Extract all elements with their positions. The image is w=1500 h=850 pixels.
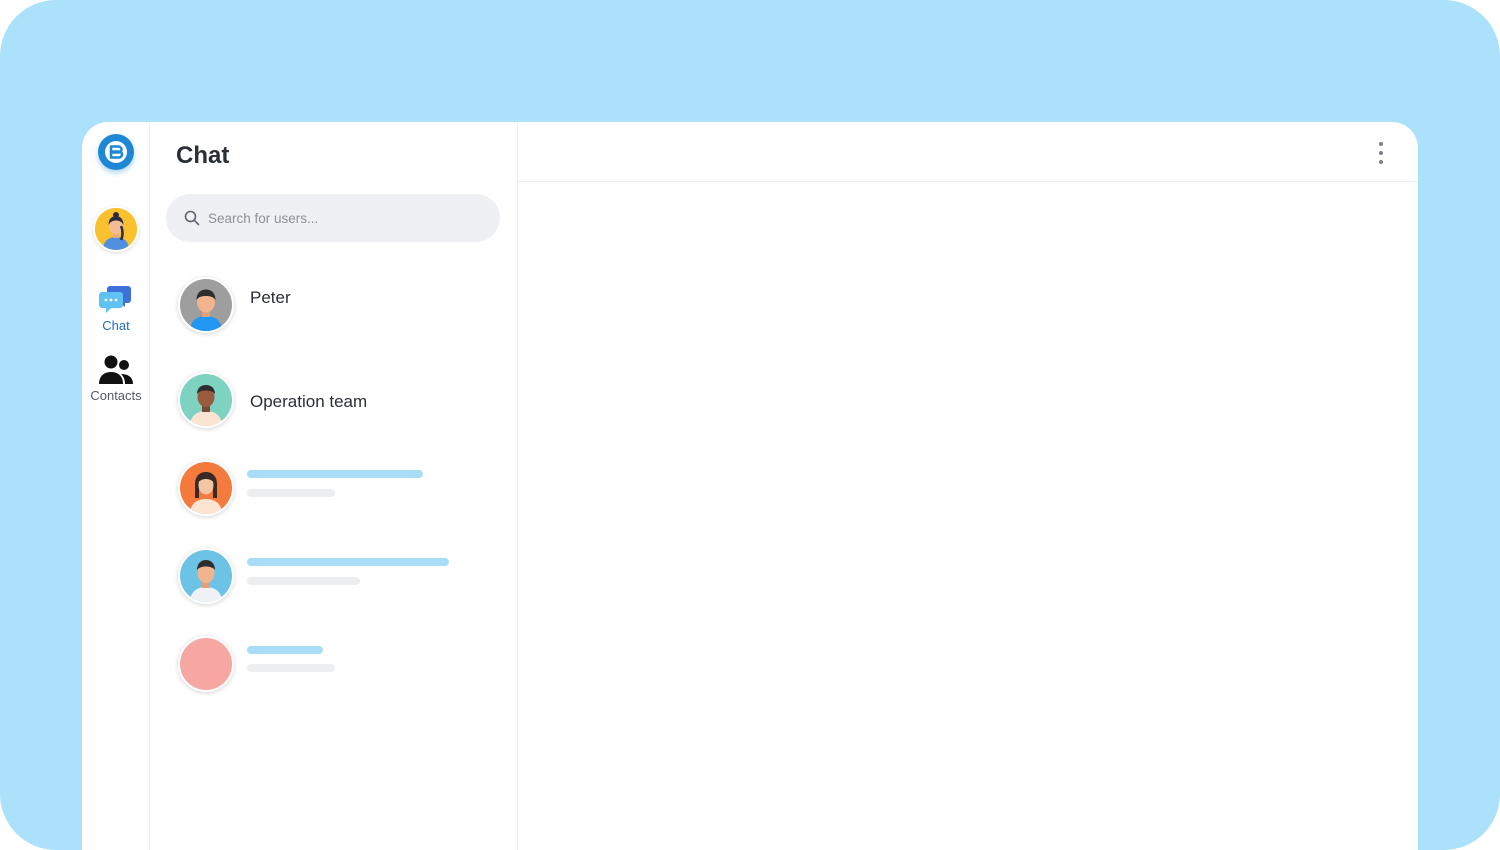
rail-item-chat[interactable]: Chat <box>82 282 150 333</box>
conversation-item[interactable]: Peter <box>178 277 498 337</box>
skeleton-line <box>247 470 423 478</box>
list-item-placeholder <box>178 636 498 696</box>
people-icon <box>99 355 133 384</box>
skeleton-line <box>247 646 323 654</box>
search-input[interactable] <box>208 210 468 226</box>
rail-label-chat: Chat <box>102 318 130 333</box>
search-bar[interactable] <box>166 194 500 242</box>
search-icon <box>184 210 200 226</box>
page-title: Chat <box>176 142 230 169</box>
male-avatar-icon <box>180 550 232 602</box>
chat-list-pane: Chat Pet <box>150 122 518 850</box>
user-avatar-icon <box>95 208 137 250</box>
rail-item-contacts[interactable]: Contacts <box>82 354 150 403</box>
skeleton-line <box>247 664 335 672</box>
skeleton-line <box>247 558 449 566</box>
male-avatar-icon <box>180 279 232 331</box>
female-avatar-icon <box>180 462 232 514</box>
brand-logo-icon[interactable] <box>98 134 134 170</box>
avatar <box>178 372 234 428</box>
avatar <box>178 460 234 516</box>
avatar <box>178 636 234 692</box>
skeleton-line <box>247 577 360 585</box>
list-item-placeholder <box>178 460 498 520</box>
more-vertical-icon[interactable] <box>1374 142 1388 164</box>
app-window: Chat Contacts Chat Search for users... P… <box>82 122 1418 850</box>
app-frame: Chat Contacts Chat Search for users... P… <box>0 0 1500 850</box>
conversation-header <box>518 122 1418 182</box>
conversation-name: Operation team <box>250 392 368 411</box>
skeleton-line <box>247 489 335 497</box>
male-avatar-icon <box>180 374 232 426</box>
rail-label-contacts: Contacts <box>90 388 142 403</box>
profile-avatar[interactable] <box>93 206 139 252</box>
conversation-area <box>518 122 1418 850</box>
brand-b-logo-icon <box>105 141 127 163</box>
chat-bubbles-icon <box>99 286 131 313</box>
list-item-placeholder <box>178 548 498 608</box>
conversation-name: Peter <box>250 288 291 307</box>
nav-rail: Chat Contacts <box>82 122 150 850</box>
conversation-item[interactable]: Operation team <box>178 372 498 432</box>
avatar <box>178 277 234 333</box>
avatar <box>178 548 234 604</box>
